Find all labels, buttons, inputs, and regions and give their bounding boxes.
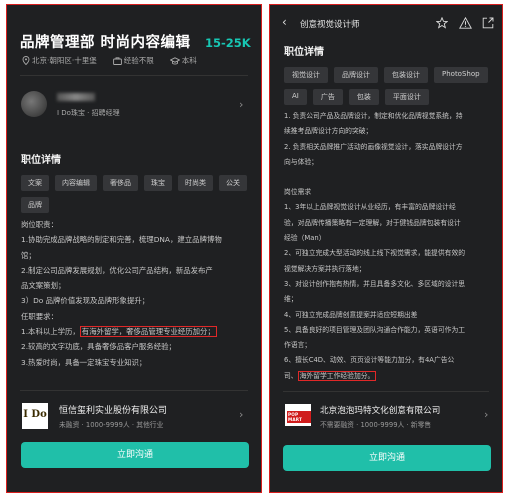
tag: 公关 xyxy=(219,175,247,191)
location-text: 北京·朝阳区·十里堡 xyxy=(32,56,97,65)
tag: 文案 xyxy=(21,175,49,191)
tag: 视觉设计 xyxy=(284,67,328,83)
section-title: 职位详情 xyxy=(21,155,61,166)
chevron-right-icon: › xyxy=(239,408,244,421)
desc-line: 岗位需求 xyxy=(284,188,312,197)
tag: 珠宝 xyxy=(144,175,172,191)
chat-now-button[interactable]: 立即沟通 xyxy=(283,445,491,471)
desc-line: 6、擅长C4D、动效、页页设计等能力加分，有4A广告公 xyxy=(284,356,455,365)
company-meta: 未融资 · 1000-9999人 · 其他行业 xyxy=(59,421,164,429)
company-name: 恒信玺利实业股份有限公司 xyxy=(59,406,168,416)
desc-line: 1.本科以上学历， 有海外留学，奢侈品管理专业经历加分； xyxy=(21,324,222,339)
desc-line: 2.较高的文字功底，具备奢侈品客户服务经验； xyxy=(21,342,176,352)
desc-line: 司、 海外留学工作经验加分。 xyxy=(284,369,465,384)
desc-line: 2. 负责相关品牌推广活动的画像视觉设计，落实品牌设计方 xyxy=(284,142,463,151)
avatar xyxy=(21,91,47,117)
job-description: 1. 负责公司产品及品牌设计，制定和优化品牌视觉系统，持 续推考品牌设计方向的突… xyxy=(284,109,465,384)
divider xyxy=(283,391,489,392)
star-icon[interactable] xyxy=(436,17,448,29)
desc-line: 作语言； xyxy=(284,341,312,350)
company-logo: POP MART xyxy=(285,404,311,426)
desc-line: 3）Do 品牌价值发现及品牌形象提升； xyxy=(21,296,150,306)
experience-text: 经验不限 xyxy=(123,56,154,65)
desc-line: 续推考品牌设计方向的突破； xyxy=(284,127,373,136)
company-meta: 不需要融资 · 1000-9999人 · 新零售 xyxy=(320,421,432,429)
job-meta: 北京·朝阳区·十里堡 经验不限 本科 xyxy=(22,55,197,66)
desc-line: 品文案策划； xyxy=(21,281,66,291)
desc-line-start: 司、 xyxy=(284,371,298,380)
tag: 品牌 xyxy=(21,197,49,213)
desc-line: 2、可独立完成大型活动的线上线下视觉需求，能提供有效的 xyxy=(284,249,466,258)
desc-line: 经验（Man） xyxy=(284,234,326,243)
divider xyxy=(20,75,248,76)
highlight-overseas-experience: 海外留学工作经验加分。 xyxy=(297,370,377,381)
salary: 15-25K xyxy=(205,36,251,50)
chevron-right-icon: › xyxy=(239,98,244,111)
desc-line: 5、具备良好的项目管理及团队沟通合作能力，英语可作为工 xyxy=(284,325,466,334)
header-title: 创意视觉设计师 xyxy=(300,20,360,30)
desc-line: 岗位职责： xyxy=(21,220,58,229)
tag: 品牌设计 xyxy=(334,67,378,83)
tag: PhotoShop xyxy=(434,67,488,83)
chevron-right-icon: › xyxy=(484,408,489,421)
desc-line: 1.协助完成品牌战略的制定和完善，梳理DNA，建立品牌博物 xyxy=(21,235,222,245)
desc-line: 验，对品牌传播策略有一定理解，对于健钱品牌包装有设计 xyxy=(284,218,461,227)
tag: 广告 xyxy=(312,89,343,105)
desc-line-start: 1.本科以上学历， xyxy=(21,327,80,337)
tag-list: 视觉设计 品牌设计 包装设计 PhotoShop AI 广告 包装 平面设计 xyxy=(284,67,496,105)
desc-line: 4、可独立完成品牌创意提案并适应短期出差 xyxy=(284,310,418,319)
tag: 内容编辑 xyxy=(55,175,97,191)
desc-line: 任职要求： xyxy=(21,311,58,321)
right-job-screen: ‹ 创意视觉设计师 职位详情 视觉设计 品牌设计 包装设计 PhotoShop … xyxy=(269,4,503,493)
company-name: 北京泡泡玛特文化创意有限公司 xyxy=(320,406,441,416)
highlight-overseas-study: 有海外留学，奢侈品管理专业经历加分； xyxy=(79,326,217,338)
job-title: 品牌管理部 时尚内容编辑 xyxy=(20,35,191,51)
education-text: 本科 xyxy=(181,56,197,65)
back-icon[interactable]: ‹ xyxy=(282,15,287,29)
share-icon[interactable] xyxy=(482,17,494,29)
desc-line: 1. 负责公司产品及品牌设计，制定和优化品牌视觉系统，持 xyxy=(284,112,463,120)
tag: 包装设计 xyxy=(384,67,428,83)
desc-line: 1、3年以上品牌视觉设计从业经历，有丰富的品牌设计经 xyxy=(284,203,456,212)
job-description: 岗位职责： 1.协助完成品牌战略的制定和完善，梳理DNA，建立品牌博物 馆； 2… xyxy=(21,217,222,370)
desc-line: 维； xyxy=(284,295,298,304)
desc-line: 3.热爱时尚，具备一定珠宝专业知识； xyxy=(21,357,147,367)
report-icon[interactable] xyxy=(459,17,472,29)
desc-line: 馆； xyxy=(21,250,36,260)
recruiter-subtitle: I Do珠宝 · 招聘经理 xyxy=(57,109,120,117)
chat-now-button[interactable]: 立即沟通 xyxy=(21,442,249,468)
desc-line: 向与体验； xyxy=(284,157,318,166)
divider xyxy=(20,390,248,391)
left-job-screen: 品牌管理部 时尚内容编辑 15-25K 北京·朝阳区·十里堡 经验不限 本科 I… xyxy=(6,4,262,493)
tag: 奢侈品 xyxy=(103,175,138,191)
company-logo: I Do xyxy=(22,403,48,429)
section-title: 职位详情 xyxy=(284,47,324,58)
recruiter-name-blurred xyxy=(57,93,95,101)
tag: AI xyxy=(284,89,307,105)
tag: 平面设计 xyxy=(384,89,429,105)
desc-line: 视觉解决方案并执行落地； xyxy=(284,264,366,273)
tag-list: 文案 内容编辑 奢侈品 珠宝 时尚类 公关 品牌 xyxy=(21,175,251,213)
education-icon xyxy=(169,56,180,65)
location-icon xyxy=(22,56,30,65)
desc-line: 3、对设计创作抱有热情，并且具备多文化、多区域的设计思 xyxy=(284,279,466,288)
experience-icon xyxy=(112,56,122,65)
tag: 时尚类 xyxy=(178,175,213,191)
desc-line: 2.制定公司品牌发展规划，优化公司产品结构，新品发布产 xyxy=(21,265,213,275)
tag: 包装 xyxy=(348,89,379,105)
